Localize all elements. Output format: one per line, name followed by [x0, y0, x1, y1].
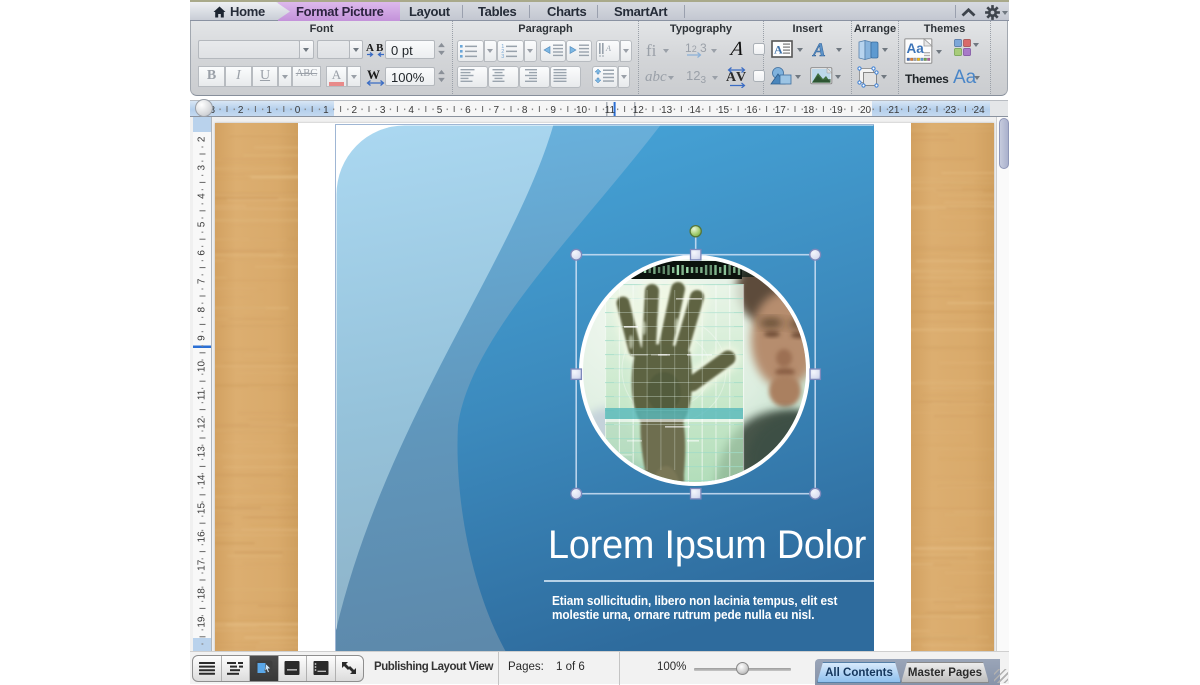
- svg-text:A: A: [774, 43, 783, 57]
- svg-text:0: 0: [295, 105, 301, 116]
- svg-text:Aa: Aa: [907, 41, 925, 56]
- svg-text:3: 3: [501, 54, 504, 60]
- svg-text:15: 15: [197, 503, 208, 515]
- svg-text:18: 18: [197, 588, 208, 600]
- svg-text:8: 8: [197, 306, 208, 312]
- svg-text:3: 3: [380, 105, 386, 116]
- svg-text:19: 19: [197, 616, 208, 628]
- svg-text:18: 18: [803, 105, 815, 116]
- svg-text:16: 16: [746, 105, 758, 116]
- svg-text:A: A: [605, 44, 611, 53]
- svg-text:1: 1: [323, 105, 329, 116]
- svg-text:13: 13: [197, 446, 208, 458]
- svg-text:B: B: [376, 42, 384, 54]
- svg-text:17: 17: [775, 105, 787, 116]
- svg-text:17: 17: [197, 559, 208, 571]
- svg-text:24: 24: [974, 105, 986, 116]
- svg-text:A: A: [366, 42, 374, 54]
- svg-text:1: 1: [266, 105, 272, 116]
- svg-text:A: A: [812, 40, 826, 59]
- svg-text:9: 9: [197, 335, 208, 341]
- svg-text:15: 15: [718, 105, 730, 116]
- svg-text:9: 9: [550, 105, 556, 116]
- svg-text:11: 11: [197, 389, 208, 400]
- svg-text:16: 16: [197, 531, 208, 543]
- svg-text:7: 7: [197, 278, 208, 284]
- svg-text:2: 2: [238, 105, 244, 116]
- svg-text:10: 10: [576, 105, 588, 116]
- svg-text:W: W: [367, 68, 380, 82]
- svg-text:4: 4: [408, 105, 414, 116]
- svg-text:V: V: [736, 70, 746, 85]
- svg-text:10: 10: [197, 361, 208, 373]
- svg-text:5: 5: [197, 221, 208, 227]
- svg-text:3: 3: [197, 164, 208, 170]
- svg-text:22: 22: [917, 105, 929, 116]
- svg-text:19: 19: [832, 105, 844, 116]
- svg-text:12: 12: [197, 417, 208, 429]
- svg-text:11: 11: [605, 105, 616, 116]
- svg-text:6: 6: [197, 250, 208, 256]
- svg-text:13: 13: [661, 105, 673, 116]
- svg-text:4: 4: [197, 193, 208, 199]
- svg-text:8: 8: [522, 105, 528, 116]
- svg-text:6: 6: [465, 105, 471, 116]
- svg-text:2: 2: [197, 136, 208, 142]
- svg-text:14: 14: [197, 474, 208, 486]
- svg-text:7: 7: [494, 105, 500, 116]
- svg-text:23: 23: [945, 105, 957, 116]
- svg-text:14: 14: [690, 105, 702, 116]
- svg-text:2: 2: [352, 105, 358, 116]
- svg-text:21: 21: [888, 105, 900, 116]
- svg-text:5: 5: [437, 105, 443, 116]
- svg-text:20: 20: [860, 105, 872, 116]
- svg-text:12: 12: [633, 105, 645, 116]
